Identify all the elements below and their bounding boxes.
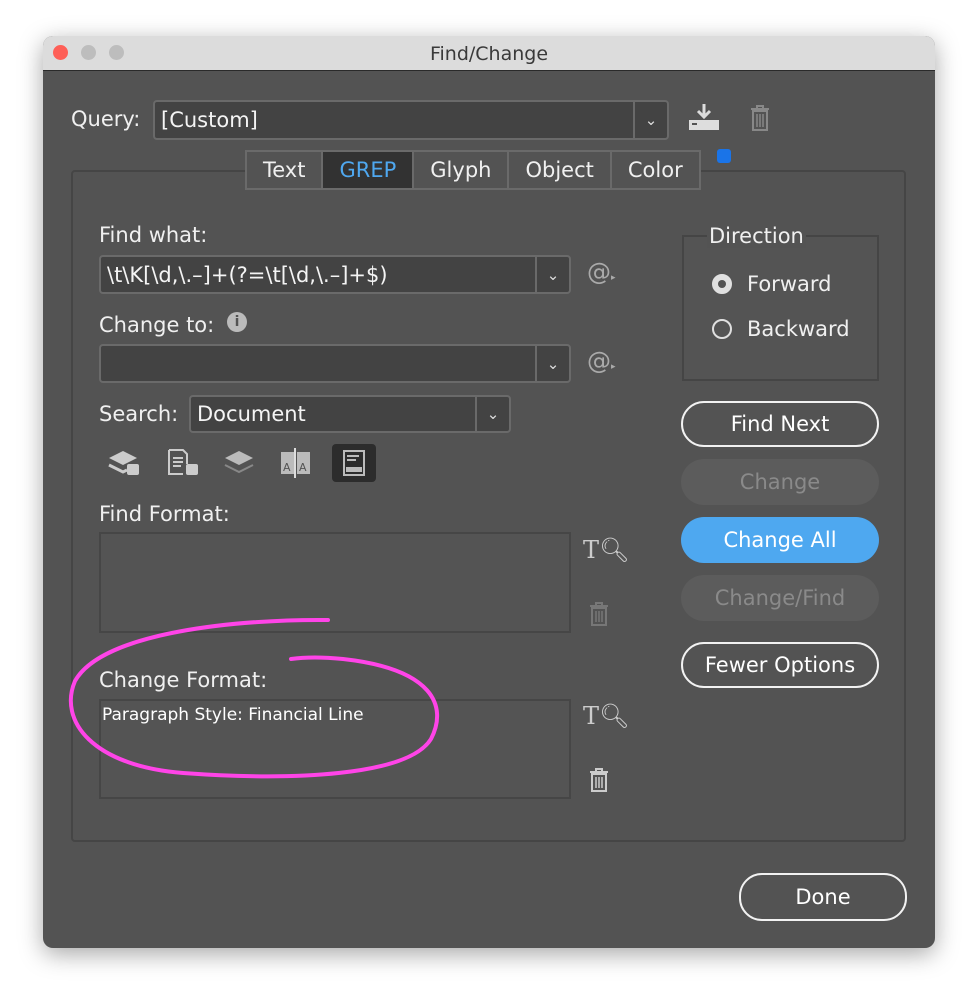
chevron-down-icon[interactable]: ⌄ [535,346,569,381]
save-query-icon[interactable] [687,102,721,137]
query-select[interactable]: [Custom] ⌄ [153,100,669,140]
direction-label: Direction [707,224,806,248]
clear-find-format-icon[interactable] [588,602,610,631]
backward-label[interactable]: Backward [747,317,850,341]
color-tab-indicator [717,149,731,163]
include-locked-stories-icon[interactable] [167,448,201,483]
done-button[interactable]: Done [739,873,907,921]
svg-text:A: A [299,461,307,474]
chevron-down-icon[interactable]: ⌄ [535,257,569,292]
change-all-button[interactable]: Change All [681,517,879,563]
change-button[interactable]: Change [681,459,879,505]
tab-text[interactable]: Text [247,152,324,188]
find-change-dialog: Find/Change Query: [Custom] ⌄ Text GREP … [43,36,935,948]
include-master-pages-icon[interactable]: AA [279,448,313,483]
change-to-input[interactable]: ⌄ [99,344,571,383]
include-hidden-layers-icon[interactable] [223,448,257,483]
special-characters-find-icon[interactable]: @▸ [587,258,616,286]
radio-backward[interactable] [712,319,732,339]
tab-object[interactable]: Object [509,152,612,188]
delete-query-icon[interactable] [749,104,771,137]
title-bar: Find/Change [43,36,935,71]
include-locked-layers-icon[interactable] [107,448,141,483]
chevron-down-icon[interactable]: ⌄ [475,397,509,431]
radio-forward[interactable] [712,274,732,294]
clear-change-format-icon[interactable] [588,768,610,797]
include-footnotes-button[interactable] [332,444,376,482]
change-to-label: Change to: [99,313,215,337]
search-scope-value: Document [197,402,306,426]
special-characters-change-icon[interactable]: @▸ [587,347,616,375]
query-label: Query: [71,107,141,131]
search-scope-select[interactable]: Document ⌄ [189,395,511,433]
tab-color[interactable]: Color [612,152,699,188]
fewer-options-button[interactable]: Fewer Options [681,642,879,688]
window-title: Find/Change [429,43,549,65]
change-find-button[interactable]: Change/Find [681,575,879,621]
info-icon[interactable]: i [227,312,247,332]
chevron-down-icon[interactable]: ⌄ [633,102,667,138]
find-what-label: Find what: [99,223,208,247]
mode-tabs: Text GREP Glyph Object Color [245,150,701,190]
find-next-button[interactable]: Find Next [681,401,879,447]
annotation-circle [68,617,440,779]
direction-group [682,235,879,381]
find-what-input[interactable]: \t\K[\d,\.–]+(?=\t[\d,\.–]+$) ⌄ [99,255,571,294]
tab-glyph[interactable]: Glyph [414,152,510,188]
specify-change-format-icon[interactable]: T🔍︎ [583,702,629,730]
query-value: [Custom] [161,108,258,132]
find-what-value: \t\K[\d,\.–]+(?=\t[\d,\.–]+$) [107,262,388,287]
specify-find-format-icon[interactable]: T🔍︎ [583,536,629,564]
footnotes-icon [343,450,365,476]
tab-grep[interactable]: GREP [323,152,415,188]
search-label: Search: [99,402,179,426]
find-format-label: Find Format: [99,502,230,526]
svg-text:A: A [283,461,291,474]
forward-label[interactable]: Forward [747,272,831,296]
